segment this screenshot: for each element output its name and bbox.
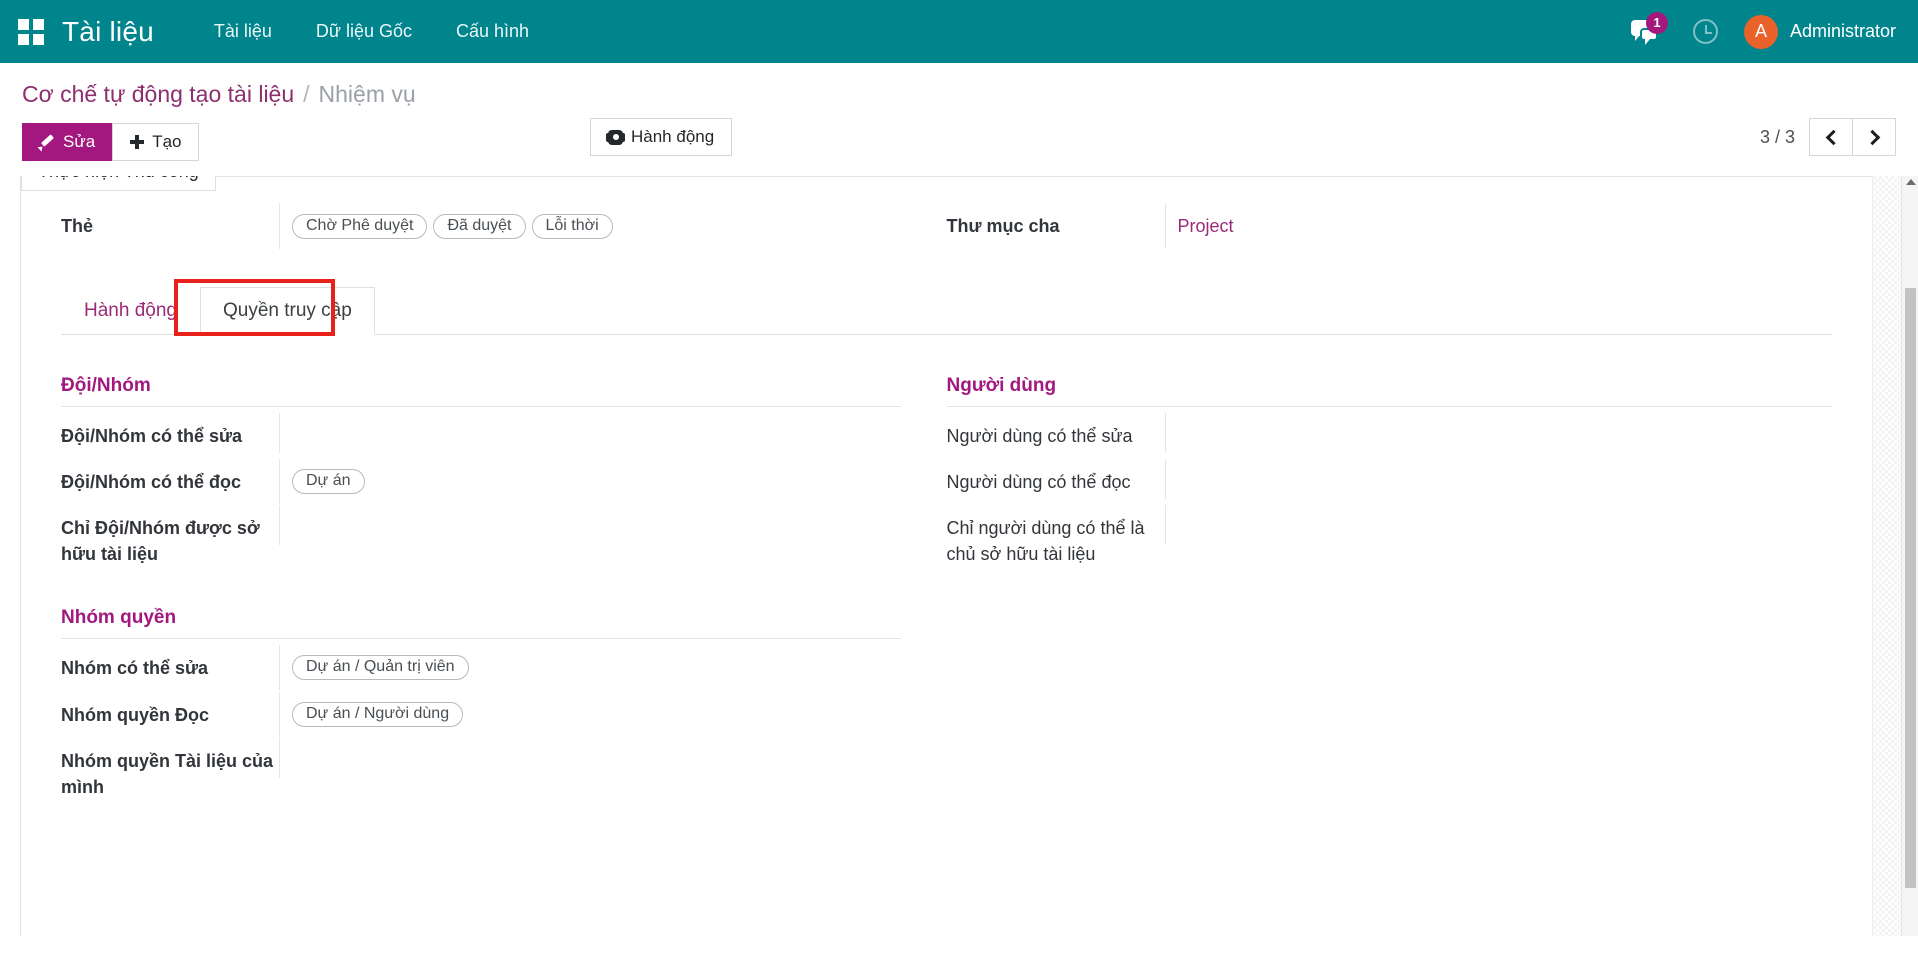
section-title-groups: Nhóm quyền: [61, 607, 901, 639]
field-user-owner-only: Chỉ người dùng có thể là chủ sở hữu tài …: [947, 505, 1833, 577]
tab-actions[interactable]: Hành động: [61, 287, 200, 335]
action-button[interactable]: Hành động: [590, 118, 732, 156]
field-label-team-owner-only: Chỉ Đội/Nhóm được sở hữu tài liệu: [61, 505, 279, 577]
field-value-team-can-write[interactable]: [279, 413, 901, 453]
tag-item[interactable]: Dự án / Quản trị viên: [292, 655, 469, 680]
field-tags: Thẻ Chờ Phê duyệt Đã duyệt Lỗi thời: [61, 203, 947, 249]
tag-item[interactable]: Chờ Phê duyệt: [292, 214, 427, 239]
field-label-team-can-write: Đội/Nhóm có thể sửa: [61, 413, 279, 459]
scroll-up-arrow-icon[interactable]: [1906, 179, 1916, 185]
field-value-parent-folder[interactable]: Project: [1165, 203, 1833, 249]
create-button[interactable]: Tạo: [112, 123, 199, 161]
gear-icon: [608, 130, 623, 145]
section-title-users: Người dùng: [947, 375, 1833, 407]
field-user-can-write: Người dùng có thể sửa: [947, 413, 1833, 459]
tag-item[interactable]: Đã duyệt: [433, 214, 525, 239]
user-menu[interactable]: A Administrator: [1744, 15, 1896, 49]
action-button-label: Hành động: [631, 127, 714, 147]
navbar-right-area: 1 A Administrator: [1631, 15, 1896, 49]
plus-icon: [130, 135, 144, 149]
navbar-menu: Tài liệu Dữ liệu Gốc Cấu hình: [192, 0, 551, 63]
menu-item-configuration[interactable]: Cấu hình: [434, 0, 551, 63]
pencil-icon: [40, 135, 55, 150]
breadcrumb-parent[interactable]: Cơ chế tự động tạo tài liệu: [22, 81, 294, 108]
field-label-parent-folder: Thư mục cha: [947, 203, 1165, 249]
field-label-group-can-write: Nhóm có thể sửa: [61, 645, 279, 691]
breadcrumb: Cơ chế tự động tạo tài liệu / Nhiệm vụ: [0, 63, 1918, 114]
field-value-user-can-write[interactable]: [1165, 413, 1833, 453]
messages-icon[interactable]: 1: [1631, 17, 1667, 47]
edit-button[interactable]: Sửa: [22, 123, 113, 161]
field-label-group-can-read: Nhóm quyền Đọc: [61, 692, 279, 738]
field-value-group-can-write[interactable]: Dự án / Quản trị viên: [279, 645, 901, 690]
field-value-user-owner-only[interactable]: [1165, 505, 1833, 545]
pager: 3 / 3: [1760, 118, 1896, 156]
section-spacer: [61, 577, 901, 607]
column-right: Người dùng Người dùng có thể sửa Người d…: [947, 375, 1833, 810]
column-left: Đội/Nhóm Đội/Nhóm có thể sửa Đội/Nhóm có…: [61, 375, 947, 810]
field-label-tags: Thẻ: [61, 203, 279, 249]
field-value-tags[interactable]: Chờ Phê duyệt Đã duyệt Lỗi thời: [279, 203, 947, 249]
notebook-tabs: Hành động Quyền truy cập: [61, 287, 1832, 335]
scrollbar-thumb[interactable]: [1905, 288, 1916, 888]
record-buttons: Sửa Tạo: [22, 123, 199, 161]
pager-buttons: [1809, 118, 1896, 156]
field-group-can-read: Nhóm quyền Đọc Dự án / Người dùng: [61, 692, 901, 738]
app-brand-title[interactable]: Tài liệu: [62, 16, 154, 48]
manual-execute-button[interactable]: Thực hiện Thủ công: [21, 176, 216, 191]
field-user-can-read: Người dùng có thể đọc: [947, 459, 1833, 505]
top-field-grid: Thẻ Chờ Phê duyệt Đã duyệt Lỗi thời Thư …: [61, 203, 1832, 249]
form-body: Thẻ Chờ Phê duyệt Đã duyệt Lỗi thời Thư …: [21, 177, 1872, 810]
menu-item-documents[interactable]: Tài liệu: [192, 0, 294, 63]
field-team-owner-only: Chỉ Đội/Nhóm được sở hữu tài liệu: [61, 505, 901, 577]
field-label-user-can-read: Người dùng có thể đọc: [947, 459, 1165, 505]
field-parent-folder: Thư mục cha Project: [947, 203, 1833, 249]
messages-badge-count: 1: [1646, 12, 1668, 34]
field-value-group-own-documents[interactable]: [279, 738, 901, 778]
create-button-label: Tạo: [152, 132, 181, 152]
chevron-right-icon: [1864, 129, 1880, 145]
form-sheet-area: Thực hiện Thủ công Thẻ Chờ Phê duyệt Đã …: [0, 176, 1918, 936]
breadcrumb-separator: /: [303, 81, 309, 108]
tab-access-rights[interactable]: Quyền truy cập: [200, 287, 375, 335]
tag-item[interactable]: Dự án: [292, 469, 365, 494]
pager-count: 3 / 3: [1760, 127, 1795, 148]
clock-icon[interactable]: [1693, 19, 1718, 44]
inner-scrollbar-track[interactable]: [1872, 176, 1901, 936]
field-team-can-read: Đội/Nhóm có thể đọc Dự án: [61, 459, 901, 505]
control-bar: Sửa Tạo Hành động 3 / 3: [0, 114, 1918, 166]
field-value-group-can-read[interactable]: Dự án / Người dùng: [279, 692, 901, 737]
breadcrumb-current: Nhiệm vụ: [319, 81, 416, 108]
pager-previous-button[interactable]: [1809, 118, 1853, 156]
field-label-group-own-documents: Nhóm quyền Tài liệu của mình: [61, 738, 279, 810]
avatar: A: [1744, 15, 1778, 49]
section-title-teams: Đội/Nhóm: [61, 375, 901, 407]
field-group-can-write: Nhóm có thể sửa Dự án / Quản trị viên: [61, 645, 901, 691]
field-value-user-can-read[interactable]: [1165, 459, 1833, 499]
chevron-left-icon: [1825, 129, 1841, 145]
field-label-user-can-write: Người dùng có thể sửa: [947, 413, 1165, 459]
field-value-team-owner-only[interactable]: [279, 505, 901, 545]
action-button-wrap: Hành động: [590, 118, 732, 156]
tag-item[interactable]: Dự án / Người dùng: [292, 702, 463, 727]
menu-item-master-data[interactable]: Dữ liệu Gốc: [294, 0, 434, 63]
field-team-can-write: Đội/Nhóm có thể sửa: [61, 413, 901, 459]
field-group-own-documents: Nhóm quyền Tài liệu của mình: [61, 738, 901, 810]
page-scrollbar[interactable]: [1901, 176, 1918, 936]
field-label-user-owner-only: Chỉ người dùng có thể là chủ sở hữu tài …: [947, 505, 1165, 577]
apps-grid-icon[interactable]: [18, 19, 44, 45]
parent-folder-link[interactable]: Project: [1178, 216, 1234, 237]
manual-button-row: Thực hiện Thủ công: [21, 176, 216, 191]
username-label: Administrator: [1790, 21, 1896, 42]
field-value-team-can-read[interactable]: Dự án: [279, 459, 901, 504]
top-navbar: Tài liệu Tài liệu Dữ liệu Gốc Cấu hình 1…: [0, 0, 1918, 63]
tag-item[interactable]: Lỗi thời: [532, 214, 613, 239]
field-label-team-can-read: Đội/Nhóm có thể đọc: [61, 459, 279, 505]
edit-button-label: Sửa: [63, 132, 95, 152]
notebook-tabs-wrap: Hành động Quyền truy cập: [61, 287, 1832, 335]
form-sheet: Thực hiện Thủ công Thẻ Chờ Phê duyệt Đã …: [20, 176, 1872, 936]
pager-next-button[interactable]: [1852, 118, 1896, 156]
access-rights-columns: Đội/Nhóm Đội/Nhóm có thể sửa Đội/Nhóm có…: [61, 335, 1832, 810]
